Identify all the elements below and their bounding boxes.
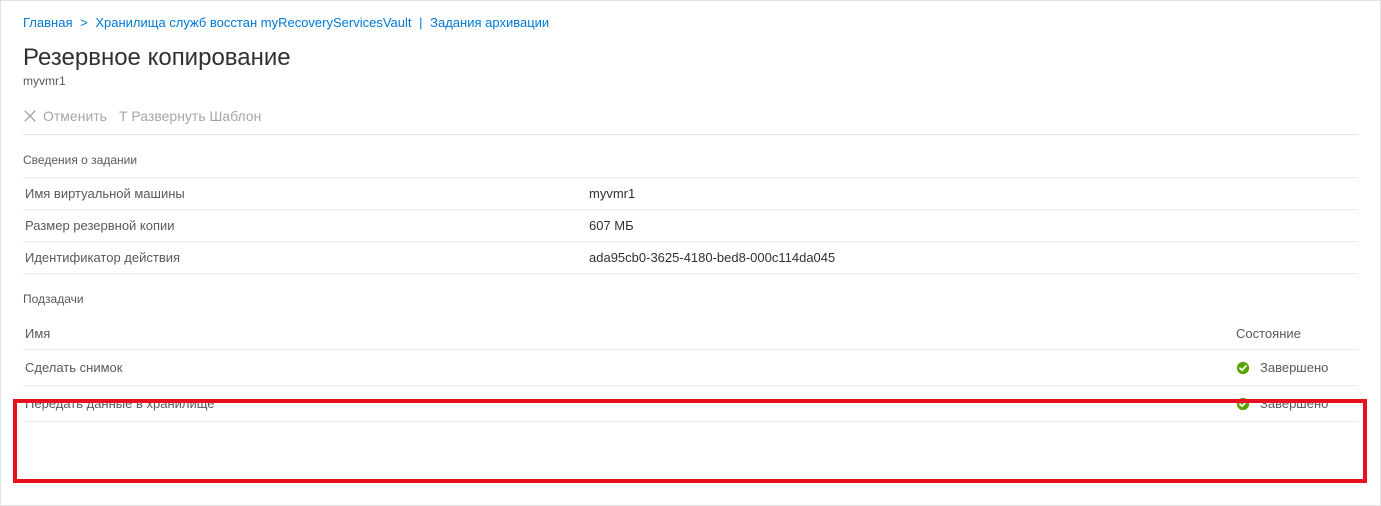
deploy-template-label: Т Развернуть Шаблон bbox=[119, 108, 261, 124]
detail-value: myvmr1 bbox=[587, 178, 1358, 210]
col-name[interactable]: Имя bbox=[23, 316, 1234, 350]
detail-key: Размер резервной копии bbox=[23, 210, 587, 242]
detail-key: Имя виртуальной машины bbox=[23, 178, 587, 210]
subtasks-table: Имя Состояние Сделать снимок Завершено bbox=[23, 316, 1358, 422]
detail-row-size: Размер резервной копии 607 МБ bbox=[23, 210, 1358, 242]
subtask-name: Передать данные в хранилище bbox=[23, 386, 1234, 422]
cancel-button[interactable]: Отменить bbox=[23, 108, 107, 124]
detail-key: Идентификатор действия bbox=[23, 242, 587, 274]
success-icon bbox=[1236, 361, 1250, 375]
section-subtasks-label: Подзадачи bbox=[23, 292, 1358, 306]
deploy-template-button[interactable]: Т Развернуть Шаблон bbox=[119, 108, 261, 124]
detail-row-actionid: Идентификатор действия ada95cb0-3625-418… bbox=[23, 242, 1358, 274]
detail-row-vmname: Имя виртуальной машины myvmr1 bbox=[23, 178, 1358, 210]
breadcrumb-separator: | bbox=[419, 15, 426, 30]
breadcrumb: Главная > Хранилища служб восстан myReco… bbox=[23, 15, 1358, 30]
page-title: Резервное копирование bbox=[23, 44, 1358, 72]
subtask-status: Завершено bbox=[1236, 396, 1356, 411]
status-text: Завершено bbox=[1260, 396, 1328, 411]
detail-value: ada95cb0-3625-4180-bed8-000c114da045 bbox=[587, 242, 1358, 274]
details-table: Имя виртуальной машины myvmr1 Размер рез… bbox=[23, 177, 1358, 274]
subtask-status: Завершено bbox=[1236, 360, 1356, 375]
success-icon bbox=[1236, 397, 1250, 411]
col-status[interactable]: Состояние bbox=[1234, 316, 1358, 350]
section-details-label: Сведения о задании bbox=[23, 153, 1358, 167]
detail-value: 607 МБ bbox=[587, 210, 1358, 242]
subtask-row: Передать данные в хранилище Завершено bbox=[23, 386, 1358, 422]
subtask-name: Сделать снимок bbox=[23, 350, 1234, 386]
toolbar: Отменить Т Развернуть Шаблон bbox=[23, 102, 1358, 135]
breadcrumb-home[interactable]: Главная bbox=[23, 15, 72, 30]
subtask-row: Сделать снимок Завершено bbox=[23, 350, 1358, 386]
chevron-right-icon: > bbox=[80, 15, 88, 30]
breadcrumb-vaults[interactable]: Хранилища служб восстан bbox=[95, 15, 257, 30]
breadcrumb-vault-name[interactable]: myRecoveryServicesVault bbox=[261, 15, 412, 30]
page-subtitle: myvmr1 bbox=[23, 74, 1358, 88]
cancel-label: Отменить bbox=[43, 108, 107, 124]
status-text: Завершено bbox=[1260, 360, 1328, 375]
breadcrumb-current[interactable]: Задания архивации bbox=[430, 15, 549, 30]
close-icon bbox=[23, 109, 37, 123]
